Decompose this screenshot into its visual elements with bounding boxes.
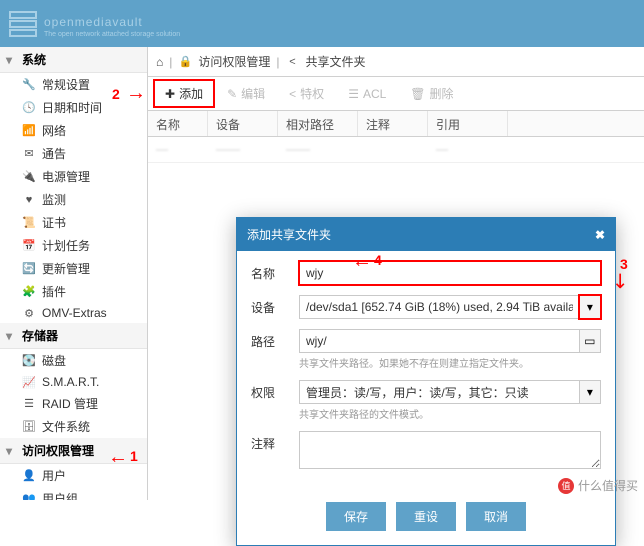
list-icon: ☰	[348, 87, 359, 101]
logo-icon	[8, 10, 38, 38]
col-dev[interactable]: 设备	[208, 111, 278, 136]
save-button[interactable]: 保存	[326, 502, 386, 531]
dialog-add-share: 添加共享文件夹 ✖ 名称 设备 ▾ 路径 ▭ 共享文件夹路径。如果她不存在则建立…	[236, 217, 616, 546]
folder-icon: ▭	[584, 334, 595, 348]
dialog-header: 添加共享文件夹 ✖	[237, 218, 615, 251]
label-path: 路径	[251, 329, 299, 350]
col-ref[interactable]: 引用	[428, 111, 508, 136]
heart-icon: ♥	[22, 193, 36, 207]
nav-general[interactable]: 🔧常规设置	[0, 73, 147, 96]
chevron-down-icon: ▾	[587, 385, 593, 399]
label-perm: 权限	[251, 380, 299, 401]
label-name: 名称	[251, 261, 299, 282]
input-note[interactable]	[299, 431, 601, 469]
layers-icon: ☰	[22, 397, 36, 411]
nav-disk[interactable]: 💽磁盘	[0, 349, 147, 372]
add-button[interactable]: ✚添加	[154, 80, 214, 107]
database-icon: 🗄	[22, 420, 36, 434]
nav-datetime[interactable]: 🕓日期和时间	[0, 96, 147, 119]
gear-icon: ⚙	[22, 306, 36, 320]
nav-plugin[interactable]: 🧩插件	[0, 280, 147, 303]
crumb-access[interactable]: 访问权限管理	[198, 53, 270, 70]
watermark: 值什么值得买	[558, 477, 638, 494]
nav-power[interactable]: 🔌电源管理	[0, 165, 147, 188]
nav-smart[interactable]: 📈S.M.A.R.T.	[0, 372, 147, 392]
group-access[interactable]: ▾访问权限管理	[0, 438, 147, 464]
network-icon: 📶	[22, 124, 36, 138]
label-note: 注释	[251, 431, 299, 452]
breadcrumb: ⌂| 🔒访问权限管理| <共享文件夹	[148, 47, 644, 77]
nav-extras[interactable]: ⚙OMV-Extras	[0, 303, 147, 323]
col-note[interactable]: 注释	[358, 111, 428, 136]
reset-button[interactable]: 重设	[396, 502, 456, 531]
clock-icon: 🕓	[22, 101, 36, 115]
close-icon[interactable]: ✖	[595, 228, 605, 242]
header: openmediavaultThe open network attached …	[0, 0, 644, 47]
input-device[interactable]	[299, 295, 579, 319]
nav-fs[interactable]: 🗄文件系统	[0, 415, 147, 438]
nav-sched[interactable]: 📅计划任务	[0, 234, 147, 257]
del-button[interactable]: 🗑删除	[399, 80, 464, 107]
hint-perm: 共享文件夹路径的文件模式。	[299, 406, 601, 421]
users-icon: 👥	[22, 492, 36, 501]
nav-monitor[interactable]: ♥监测	[0, 188, 147, 211]
chart-icon: 📈	[22, 375, 36, 389]
group-system[interactable]: ▾系统	[0, 47, 147, 73]
acl-button[interactable]: ☰ACL	[337, 82, 397, 106]
nav-cert[interactable]: 📜证书	[0, 211, 147, 234]
nav-user[interactable]: 👤用户	[0, 464, 147, 487]
lock-icon: 🔒	[178, 55, 192, 69]
cert-icon: 📜	[22, 216, 36, 230]
dialog-title: 添加共享文件夹	[247, 226, 331, 243]
user-icon: 👤	[22, 469, 36, 483]
nav-network[interactable]: 📶网络	[0, 119, 147, 142]
calendar-icon: 📅	[22, 239, 36, 253]
label-dev: 设备	[251, 295, 299, 316]
nav-update[interactable]: 🔄更新管理	[0, 257, 147, 280]
chevron-down-icon: ▾	[587, 300, 593, 314]
hint-path: 共享文件夹路径。如果她不存在则建立指定文件夹。	[299, 355, 601, 370]
col-name[interactable]: 名称	[148, 111, 208, 136]
disk-icon: 💽	[22, 354, 36, 368]
table-header: 名称 设备 相对路径 注释 引用	[148, 111, 644, 137]
puzzle-icon: 🧩	[22, 285, 36, 299]
nav-raid[interactable]: ☰RAID 管理	[0, 392, 147, 415]
home-icon[interactable]: ⌂	[156, 55, 163, 69]
pencil-icon: ✎	[227, 87, 237, 101]
input-perm[interactable]	[299, 380, 579, 404]
nav-group[interactable]: 👥用户组	[0, 487, 147, 500]
watermark-icon: 值	[558, 478, 574, 494]
path-browse[interactable]: ▭	[579, 329, 601, 353]
refresh-icon: 🔄	[22, 262, 36, 276]
wrench-icon: 🔧	[22, 78, 36, 92]
toolbar: ✚添加 ✎编辑 <特权 ☰ACL 🗑删除	[148, 77, 644, 111]
cancel-button[interactable]: 取消	[466, 502, 526, 531]
share-icon: <	[286, 55, 300, 69]
device-dropdown[interactable]: ▾	[579, 295, 601, 319]
col-path[interactable]: 相对路径	[278, 111, 358, 136]
crumb-shared[interactable]: 共享文件夹	[306, 53, 366, 70]
table-row[interactable]: ——————	[148, 137, 644, 163]
brand: openmediavaultThe open network attached …	[44, 10, 180, 38]
plug-icon: 🔌	[22, 170, 36, 184]
group-storage[interactable]: ▾存储器	[0, 323, 147, 349]
input-name[interactable]	[299, 261, 601, 285]
mail-icon: ✉	[22, 147, 36, 161]
plus-icon: ✚	[165, 87, 175, 101]
nav-notify[interactable]: ✉通告	[0, 142, 147, 165]
edit-button[interactable]: ✎编辑	[216, 80, 276, 107]
share-icon: <	[289, 87, 296, 101]
perm-dropdown[interactable]: ▾	[579, 380, 601, 404]
sidebar: ▾系统 🔧常规设置 🕓日期和时间 📶网络 ✉通告 🔌电源管理 ♥监测 📜证书 📅…	[0, 47, 148, 500]
trash-icon: 🗑	[410, 87, 425, 101]
priv-button[interactable]: <特权	[278, 80, 335, 107]
input-path[interactable]	[299, 329, 579, 353]
